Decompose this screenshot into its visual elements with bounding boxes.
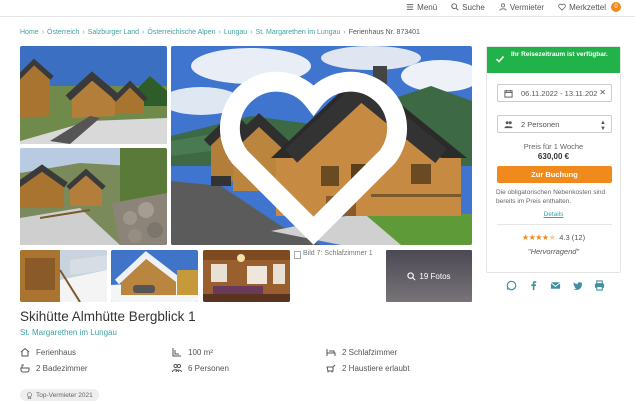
details-link[interactable]: Details (487, 211, 620, 218)
bath-icon (20, 364, 30, 373)
breadcrumb-separator: › (41, 29, 45, 36)
twitter-icon[interactable] (572, 280, 583, 291)
breadcrumb-country[interactable]: Österreich (47, 29, 79, 36)
fact-bedrooms: 2 Schlafzimmer (326, 347, 397, 357)
rating-text: 4.3 (12) (559, 233, 586, 242)
fact-pets-label: 2 Haustiere erlaubt (342, 363, 410, 373)
photo-winter-balcony[interactable] (20, 250, 107, 302)
guests-select[interactable]: 2 Personen ▲ ▼ (497, 115, 612, 133)
fact-bathrooms: 2 Badezimmer (20, 363, 88, 373)
rating-stars: ★★★★★ (521, 233, 556, 242)
breadcrumb-separator: › (250, 29, 253, 36)
people-icon (504, 120, 513, 128)
breadcrumb-current: Ferienhaus Nr. 873401 (348, 29, 420, 36)
more-photos-overlay[interactable]: 19 Fotos (386, 250, 472, 302)
caret-icon: ▲ ▼ (600, 120, 606, 132)
bed-icon (326, 349, 336, 356)
fact-bedrooms-label: 2 Schlafzimmer (342, 347, 398, 357)
fact-persons: 6 Personen (172, 363, 229, 373)
award-icon (27, 391, 32, 399)
fact-area-label: 100 m² (188, 347, 213, 357)
breadcrumb-separator: › (343, 29, 346, 36)
photo-alt-text: Bild 7: Schlafzimmer 1 (303, 250, 373, 257)
book-button[interactable]: Zur Buchung (497, 166, 612, 183)
breadcrumb-home[interactable]: Home (20, 29, 39, 36)
favorite-heart-icon[interactable] (171, 53, 464, 245)
menu-link[interactable]: Menü (406, 3, 437, 12)
photo-chalets-stone-wall[interactable] (20, 148, 167, 245)
broken-image-icon (294, 251, 301, 259)
breadcrumb-state[interactable]: Salzburger Land (88, 29, 139, 36)
wishlist-link[interactable]: Merkzettel 0 (558, 2, 621, 12)
whatsapp-icon[interactable] (506, 280, 517, 291)
date-range-input[interactable]: 06.11.2022 - 13.11.202 ✕ (497, 84, 612, 102)
persons-icon (172, 363, 182, 373)
listing-facts: Ferienhaus 100 m² 2 Schlafzimmer 2 Badez… (20, 347, 460, 377)
landlord-label: Vermieter (509, 2, 545, 12)
pet-icon (326, 364, 336, 373)
top-landlord-label: Top-Vermieter 2021 (36, 391, 93, 399)
booking-panel: Ihr Reisezeitraum ist verfügbar. 06.11.2… (486, 46, 621, 273)
search-link[interactable]: Suche (451, 3, 485, 12)
photo-bedroom-broken[interactable]: Bild 7: Schlafzimmer 1 (294, 250, 382, 302)
facebook-icon[interactable] (528, 280, 539, 291)
guests-value: 2 Personen (521, 119, 560, 129)
close-icon[interactable]: ✕ (599, 88, 606, 97)
breadcrumb: Home › Österreich › Salzburger Land › Öster… (20, 29, 420, 36)
listing-title: Skihütte Almhütte Bergblick 1 (20, 309, 196, 324)
user-icon (499, 3, 507, 11)
more-photos-label: 19 Fotos (419, 271, 451, 281)
breadcrumb-separator: › (82, 29, 85, 36)
header-divider (0, 16, 635, 17)
price-value: 630,00 € (537, 152, 570, 161)
fact-type: Ferienhaus (20, 347, 76, 357)
more-photos-tile[interactable]: 19 Fotos (386, 250, 472, 302)
fact-area: 100 m² (172, 347, 213, 357)
date-range-value: 06.11.2022 - 13.11.202 (521, 88, 598, 98)
top-nav: Menü Suche Vermieter Merkzettel 0 (0, 0, 635, 14)
fact-bathrooms-label: 2 Badezimmer (36, 363, 88, 373)
print-icon[interactable] (594, 280, 605, 291)
share-bar (506, 280, 605, 291)
home-icon (20, 347, 30, 357)
menu-label: Menü (417, 2, 438, 12)
check-icon (495, 55, 505, 63)
search-icon (451, 3, 459, 11)
fact-type-label: Ferienhaus (36, 347, 77, 357)
fact-pets: 2 Haustiere erlaubt (326, 363, 410, 373)
breadcrumb-area[interactable]: Lungau (224, 29, 247, 36)
listing-location[interactable]: St. Margarethen im Lungau (20, 328, 117, 337)
breadcrumb-separator: › (142, 29, 145, 36)
menu-icon (406, 4, 414, 10)
panel-divider (497, 224, 612, 225)
rating-verdict: "Hervorragend" (527, 247, 580, 256)
email-icon[interactable] (550, 280, 561, 291)
area-icon (172, 348, 181, 357)
calendar-icon (504, 89, 513, 98)
photo-chalets-road[interactable] (20, 46, 167, 144)
search-label: Suche (462, 2, 485, 12)
price-label: Preis für 1 Woche (523, 142, 584, 151)
availability-banner: Ihr Reisezeitraum ist verfügbar. (487, 47, 620, 73)
top-landlord-badge: Top-Vermieter 2021 (20, 389, 99, 401)
rating-row[interactable]: ★★★★★ 4.3 (12) (487, 233, 620, 242)
cost-note: Die obligatorischen Nebenkosten sind ber… (496, 189, 606, 205)
camera-icon (407, 271, 416, 280)
photo-main-chalet[interactable] (171, 46, 472, 245)
wishlist-label: Merkzettel (569, 2, 606, 12)
photo-interior-living[interactable] (203, 250, 290, 302)
fact-persons-label: 6 Personen (188, 363, 229, 373)
wishlist-count-badge: 0 (611, 2, 621, 12)
breadcrumb-town[interactable]: St. Margarethen im Lungau (256, 29, 341, 36)
breadcrumb-region[interactable]: Österreichische Alpen (147, 29, 215, 36)
landlord-link[interactable]: Vermieter (499, 3, 544, 12)
breadcrumb-separator: › (218, 29, 221, 36)
heart-icon (558, 3, 566, 11)
availability-text: Ihr Reisezeitraum ist verfügbar. (511, 51, 608, 58)
photo-winter-chalet-car[interactable] (111, 250, 198, 302)
